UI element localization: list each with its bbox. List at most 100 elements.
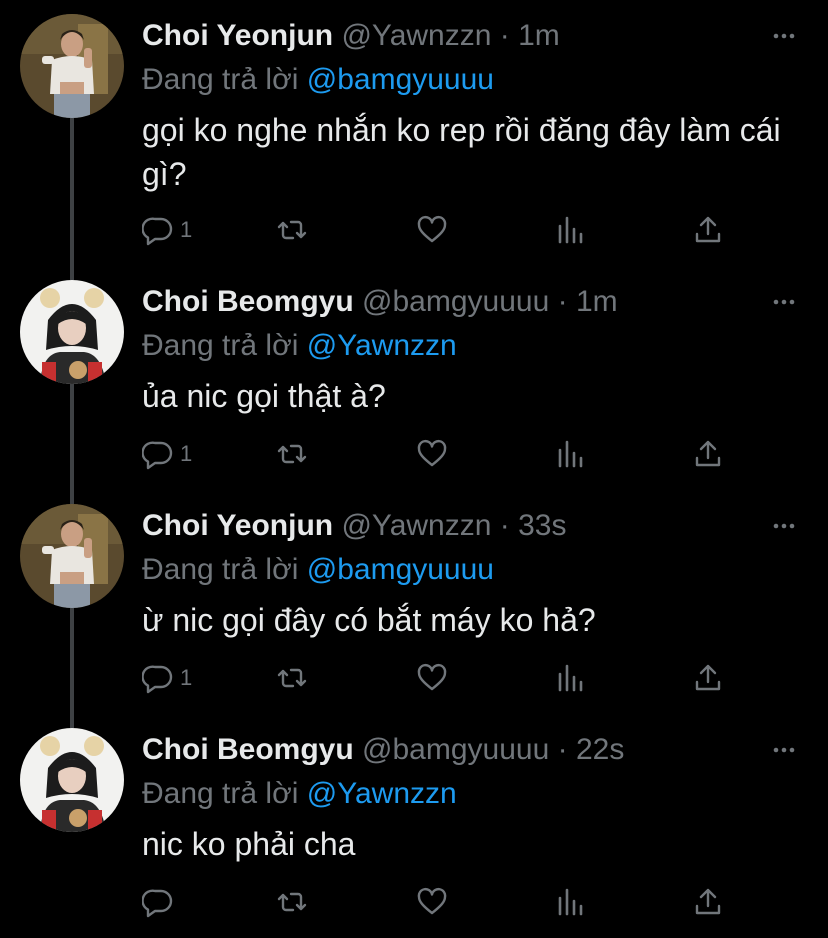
analytics-icon [558,888,583,916]
reply-count: 1 [180,441,193,466]
more-icon[interactable] [770,512,798,540]
tweet-text: ủa nic gọi thật à? [142,378,386,414]
retweet-button[interactable] [276,210,308,250]
replying-to: Đang trả lời @Yawnzzn [142,774,457,814]
tweet-header: Choi Beomgyu @bamgyuuuu · 22s [142,730,738,770]
retweet-icon [277,892,307,912]
timestamp[interactable]: 33s [518,509,566,542]
user-handle[interactable]: @bamgyuuuu [362,285,549,318]
tweet-text: gọi ko nghe nhắn ko rep rồi đăng đây làm… [142,112,781,192]
analytics-icon [558,440,583,468]
display-name[interactable]: Choi Yeonjun [142,19,333,52]
tweet-actions: 1 [142,210,732,250]
replying-to: Đang trả lời @bamgyuuuu [142,550,494,590]
tweet-actions [142,882,732,922]
reply-icon [142,217,173,246]
avatar-yeonjun-image [20,504,124,608]
share-icon [695,216,721,243]
reply-button[interactable]: 1 [142,658,192,698]
share-button[interactable] [692,210,724,250]
reply-icon [142,441,173,470]
retweet-icon [277,444,307,464]
share-icon [695,888,721,915]
like-icon [417,215,447,243]
tweet-text: nic ko phải cha [142,826,356,862]
tweet-header: Choi Yeonjun @Yawnzzn · 1m [142,16,738,56]
avatar[interactable] [20,280,124,384]
reply-icon [142,889,173,918]
display-name[interactable]: Choi Beomgyu [142,733,354,766]
replying-to: Đang trả lời @Yawnzzn [142,326,457,366]
analytics-button[interactable] [554,882,586,922]
replying-to-label: Đang trả lời [142,777,299,810]
retweet-button[interactable] [276,658,308,698]
mention-link[interactable]: @Yawnzzn [307,329,457,362]
avatar[interactable] [20,728,124,832]
separator-dot: · [499,509,510,542]
avatar-beomgyu-image [20,728,124,832]
separator-dot: · [557,285,568,318]
more-icon[interactable] [770,288,798,316]
tweet[interactable]: Choi Beomgyu @bamgyuuuu · 22s Đang trả l… [0,714,828,938]
like-icon [417,663,447,691]
retweet-icon [277,668,307,688]
reply-button[interactable]: 1 [142,434,192,474]
replying-to-label: Đang trả lời [142,63,299,96]
reply-button[interactable] [142,882,180,922]
timestamp[interactable]: 1m [518,19,560,52]
analytics-icon [558,664,583,692]
reply-count: 1 [180,665,193,690]
reply-icon [142,665,173,694]
like-button[interactable] [416,210,448,250]
like-button[interactable] [416,434,448,474]
replying-to: Đang trả lời @bamgyuuuu [142,60,494,100]
share-button[interactable] [692,658,724,698]
tweet[interactable]: Choi Beomgyu @bamgyuuuu · 1m Đang trả lờ… [0,266,828,490]
separator-dot: · [557,733,568,766]
replying-to-label: Đang trả lời [142,329,299,362]
tweet-actions: 1 [142,658,732,698]
tweet-header: Choi Beomgyu @bamgyuuuu · 1m [142,282,738,322]
analytics-button[interactable] [554,658,586,698]
tweet[interactable]: Choi Yeonjun @Yawnzzn · 33s Đang trả lời… [0,490,828,714]
retweet-button[interactable] [276,434,308,474]
like-icon [417,887,447,915]
timestamp[interactable]: 22s [576,733,624,766]
like-button[interactable] [416,882,448,922]
tweet[interactable]: Choi Yeonjun @Yawnzzn · 1m Đang trả lời … [0,0,828,246]
avatar-beomgyu-image [20,280,124,384]
analytics-button[interactable] [554,434,586,474]
separator-dot: · [499,19,510,52]
user-handle[interactable]: @Yawnzzn [341,19,491,52]
tweet-actions: 1 [142,434,732,474]
more-icon[interactable] [770,22,798,50]
reply-button[interactable]: 1 [142,210,192,250]
replying-to-label: Đang trả lời [142,553,299,586]
analytics-icon [558,216,583,244]
like-icon [417,439,447,467]
user-handle[interactable]: @Yawnzzn [341,509,491,542]
avatar-yeonjun-image [20,14,124,118]
mention-link[interactable]: @bamgyuuuu [307,63,494,96]
share-icon [695,440,721,467]
tweet-thread: Choi Yeonjun @Yawnzzn · 1m Đang trả lời … [0,0,828,934]
timestamp[interactable]: 1m [576,285,618,318]
tweet-header: Choi Yeonjun @Yawnzzn · 33s [142,506,738,546]
retweet-icon [277,220,307,240]
display-name[interactable]: Choi Yeonjun [142,509,333,542]
more-icon[interactable] [770,736,798,764]
avatar[interactable] [20,504,124,608]
reply-count: 1 [180,217,193,242]
user-handle[interactable]: @bamgyuuuu [362,733,549,766]
share-icon [695,664,721,691]
share-button[interactable] [692,434,724,474]
retweet-button[interactable] [276,882,308,922]
share-button[interactable] [692,882,724,922]
avatar[interactable] [20,14,124,118]
display-name[interactable]: Choi Beomgyu [142,285,354,318]
analytics-button[interactable] [554,210,586,250]
tweet-text: ừ nic gọi đây có bắt máy ko hả? [142,602,596,638]
like-button[interactable] [416,658,448,698]
mention-link[interactable]: @Yawnzzn [307,777,457,810]
mention-link[interactable]: @bamgyuuuu [307,553,494,586]
